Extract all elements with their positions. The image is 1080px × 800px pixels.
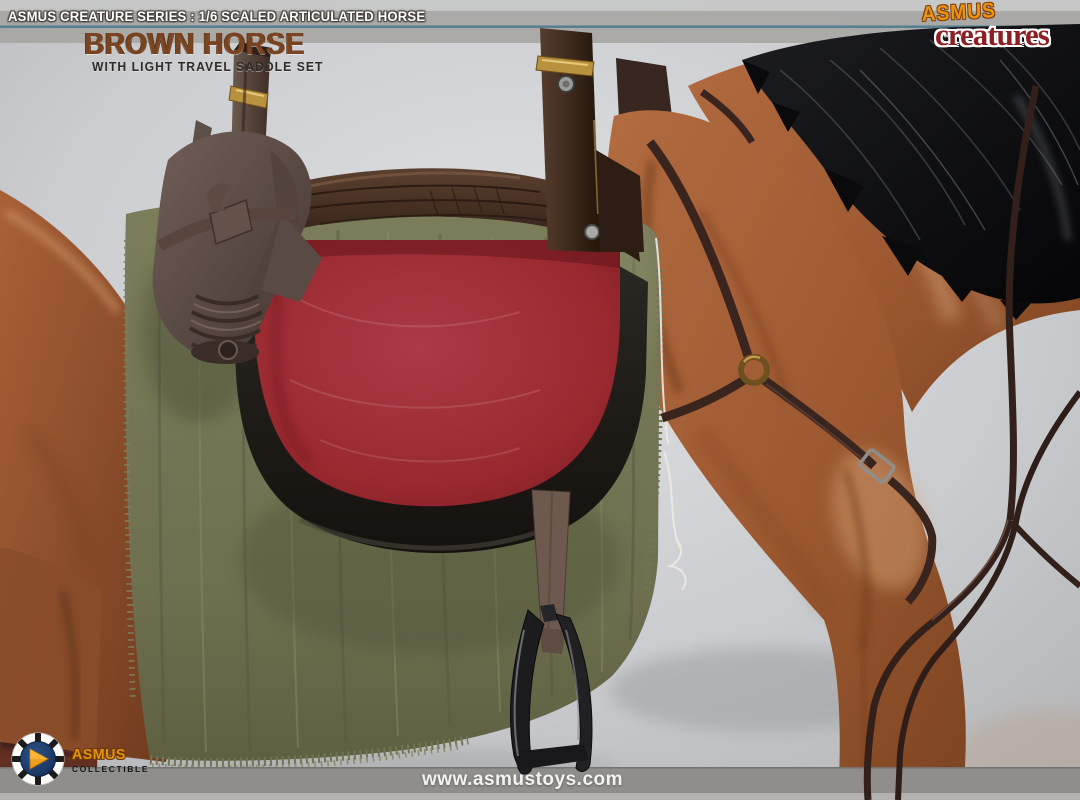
product-subtitle: WITH LIGHT TRAVEL SADDLE SET	[92, 60, 324, 74]
series-title: ASMUS CREATURE SERIES : 1/6 SCALED ARTIC…	[8, 9, 425, 24]
product-title: BROWN HORSE	[84, 26, 304, 62]
bolt	[585, 225, 599, 239]
product-photo: Close-up side view of a 1/6 scale brown …	[0, 0, 1080, 800]
website-url: www.asmustoys.com	[0, 769, 1045, 791]
asmus-creatures-logo: ASMUS creatures	[905, 3, 1077, 53]
footer-bottom-strip	[0, 793, 1080, 800]
asmus-collectible-logo-name: ASMUS	[72, 746, 145, 763]
product-promo-image: Close-up side view of a 1/6 scale brown …	[0, 0, 1080, 800]
